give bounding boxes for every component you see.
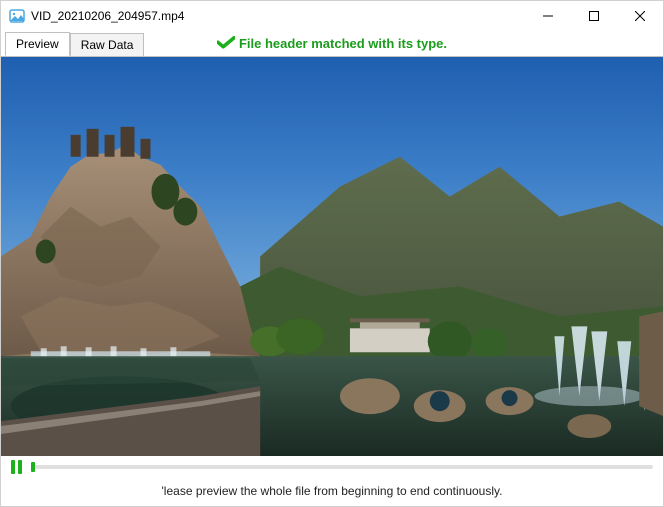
- tab-raw-data[interactable]: Raw Data: [70, 33, 145, 56]
- status-message: File header matched with its type.: [239, 36, 447, 51]
- minimize-button[interactable]: [525, 1, 571, 31]
- tab-row: Preview Raw Data: [5, 31, 144, 55]
- toolbar: Preview Raw Data File header matched wit…: [1, 31, 663, 55]
- video-preview: [1, 56, 663, 456]
- status-area: File header matched with its type.: [217, 31, 447, 55]
- maximize-button[interactable]: [571, 1, 617, 31]
- titlebar: VID_20210206_204957.mp4: [1, 1, 663, 31]
- seek-slider[interactable]: [33, 465, 653, 469]
- window-title: VID_20210206_204957.mp4: [31, 9, 525, 23]
- footer-hint: 'lease preview the whole file from begin…: [1, 478, 663, 504]
- tab-preview[interactable]: Preview: [5, 32, 70, 56]
- video-frame: [1, 57, 663, 456]
- app-icon: [9, 8, 25, 24]
- playback-controls: [1, 456, 663, 478]
- pause-button[interactable]: [11, 460, 25, 474]
- close-button[interactable]: [617, 1, 663, 31]
- check-icon: [217, 36, 235, 50]
